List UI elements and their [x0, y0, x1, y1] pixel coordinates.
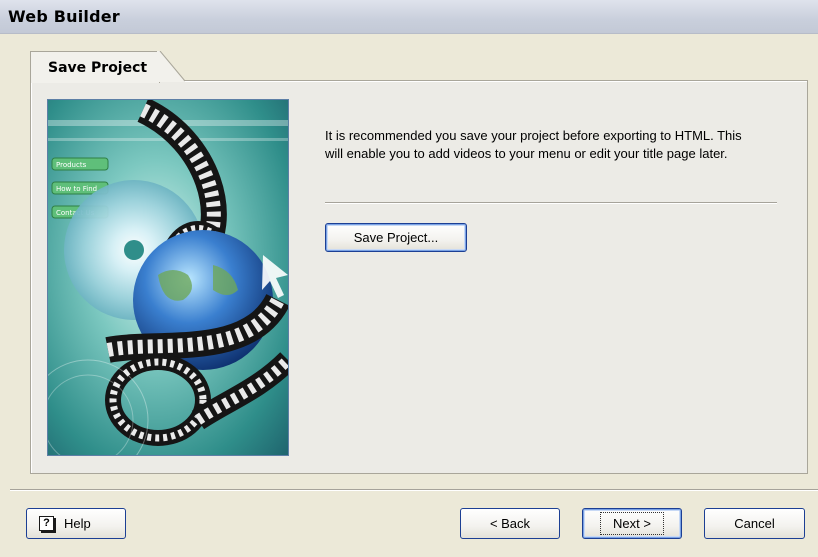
- svg-text:Products: Products: [56, 161, 87, 169]
- web-builder-window: Web Builder Save Project Products How to…: [0, 0, 818, 557]
- help-icon: ?: [39, 516, 56, 533]
- window-title: Web Builder: [8, 7, 120, 26]
- tab-slant-edge: [157, 51, 186, 82]
- content-separator: [325, 202, 777, 204]
- wizard-artwork-image: Products How to Find Contact Us: [47, 99, 289, 456]
- next-button[interactable]: Next >: [582, 508, 682, 539]
- cancel-button[interactable]: Cancel: [704, 508, 805, 539]
- next-label: Next >: [600, 512, 664, 535]
- tab-save-project[interactable]: Save Project: [30, 51, 160, 83]
- svg-text:How to Find: How to Find: [56, 185, 97, 193]
- description-text: It is recommended you save your project …: [325, 128, 742, 161]
- title-bar: Web Builder: [0, 0, 818, 34]
- help-button[interactable]: ? Help: [26, 508, 126, 539]
- help-label: Help: [64, 516, 91, 531]
- footer-separator: [10, 489, 818, 491]
- tab-label: Save Project: [48, 60, 148, 76]
- save-project-button[interactable]: Save Project...: [325, 223, 467, 252]
- back-button[interactable]: < Back: [460, 508, 560, 539]
